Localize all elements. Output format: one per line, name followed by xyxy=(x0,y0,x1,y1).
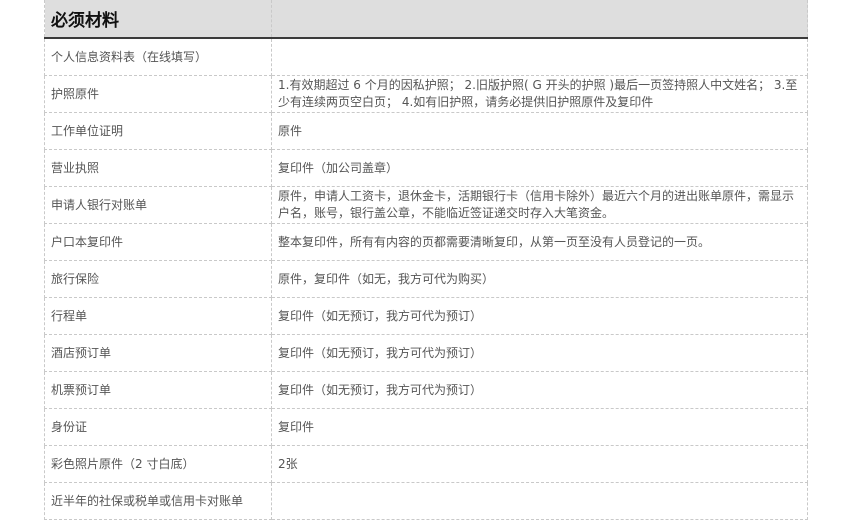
table-header-title: 必须材料 xyxy=(44,0,272,39)
required-materials-table-container: 必须材料 个人信息资料表（在线填写） 护照原件 1.有效期超过 6 个月的因私护… xyxy=(44,0,808,520)
table-row: 行程单 复印件（如无预订，我方可代为预订） xyxy=(44,297,808,335)
requirement-note-cell: 复印件（加公司盖章） xyxy=(271,149,808,187)
required-item-cell: 酒店预订单 xyxy=(44,334,272,372)
requirement-note-cell: 复印件（如无预订，我方可代为预订） xyxy=(271,297,808,335)
requirement-note-cell: 2张 xyxy=(271,445,808,483)
table-row: 营业执照 复印件（加公司盖章） xyxy=(44,149,808,187)
table-header-note xyxy=(271,0,808,39)
table-row: 工作单位证明 原件 xyxy=(44,112,808,150)
required-item-cell: 机票预订单 xyxy=(44,371,272,409)
required-item-cell: 户口本复印件 xyxy=(44,223,272,261)
required-item-cell: 旅行保险 xyxy=(44,260,272,298)
required-item-cell: 近半年的社保或税单或信用卡对账单 xyxy=(44,482,272,520)
requirement-note-cell: 1.有效期超过 6 个月的因私护照； 2.旧版护照( G 开头的护照 )最后一页… xyxy=(271,75,808,113)
required-item-cell: 行程单 xyxy=(44,297,272,335)
table-row: 个人信息资料表（在线填写） xyxy=(44,37,808,76)
table-row: 机票预订单 复印件（如无预订，我方可代为预订） xyxy=(44,371,808,409)
required-item-cell: 工作单位证明 xyxy=(44,112,272,150)
required-item-cell: 营业执照 xyxy=(44,149,272,187)
table-row: 护照原件 1.有效期超过 6 个月的因私护照； 2.旧版护照( G 开头的护照 … xyxy=(44,75,808,113)
requirement-note-cell xyxy=(271,482,808,520)
table-row: 身份证 复印件 xyxy=(44,408,808,446)
table-row: 酒店预订单 复印件（如无预订，我方可代为预订） xyxy=(44,334,808,372)
table-row: 近半年的社保或税单或信用卡对账单 xyxy=(44,482,808,520)
table-row: 旅行保险 原件，复印件（如无，我方可代为购买） xyxy=(44,260,808,298)
table-row: 户口本复印件 整本复印件，所有有内容的页都需要清晰复印，从第一页至没有人员登记的… xyxy=(44,223,808,261)
table-row: 彩色照片原件（2 寸白底） 2张 xyxy=(44,445,808,483)
requirement-note-cell: 原件 xyxy=(271,112,808,150)
requirement-note-cell: 原件，复印件（如无，我方可代为购买） xyxy=(271,260,808,298)
requirement-note-cell: 原件，申请人工资卡，退休金卡，活期银行卡（信用卡除外）最近六个月的进出账单原件，… xyxy=(271,186,808,224)
requirement-note-cell: 整本复印件，所有有内容的页都需要清晰复印，从第一页至没有人员登记的一页。 xyxy=(271,223,808,261)
requirement-note-cell: 复印件（如无预订，我方可代为预订） xyxy=(271,334,808,372)
requirement-note-cell xyxy=(271,37,808,76)
required-item-cell: 护照原件 xyxy=(44,75,272,113)
required-item-cell: 身份证 xyxy=(44,408,272,446)
required-materials-table: 必须材料 个人信息资料表（在线填写） 护照原件 1.有效期超过 6 个月的因私护… xyxy=(44,0,808,520)
required-item-cell: 彩色照片原件（2 寸白底） xyxy=(44,445,272,483)
required-item-cell: 个人信息资料表（在线填写） xyxy=(44,37,272,76)
requirement-note-cell: 复印件（如无预订，我方可代为预订） xyxy=(271,371,808,409)
table-row: 申请人银行对账单 原件，申请人工资卡，退休金卡，活期银行卡（信用卡除外）最近六个… xyxy=(44,186,808,224)
requirement-note-cell: 复印件 xyxy=(271,408,808,446)
required-item-cell: 申请人银行对账单 xyxy=(44,186,272,224)
table-header-row: 必须材料 xyxy=(44,0,808,39)
